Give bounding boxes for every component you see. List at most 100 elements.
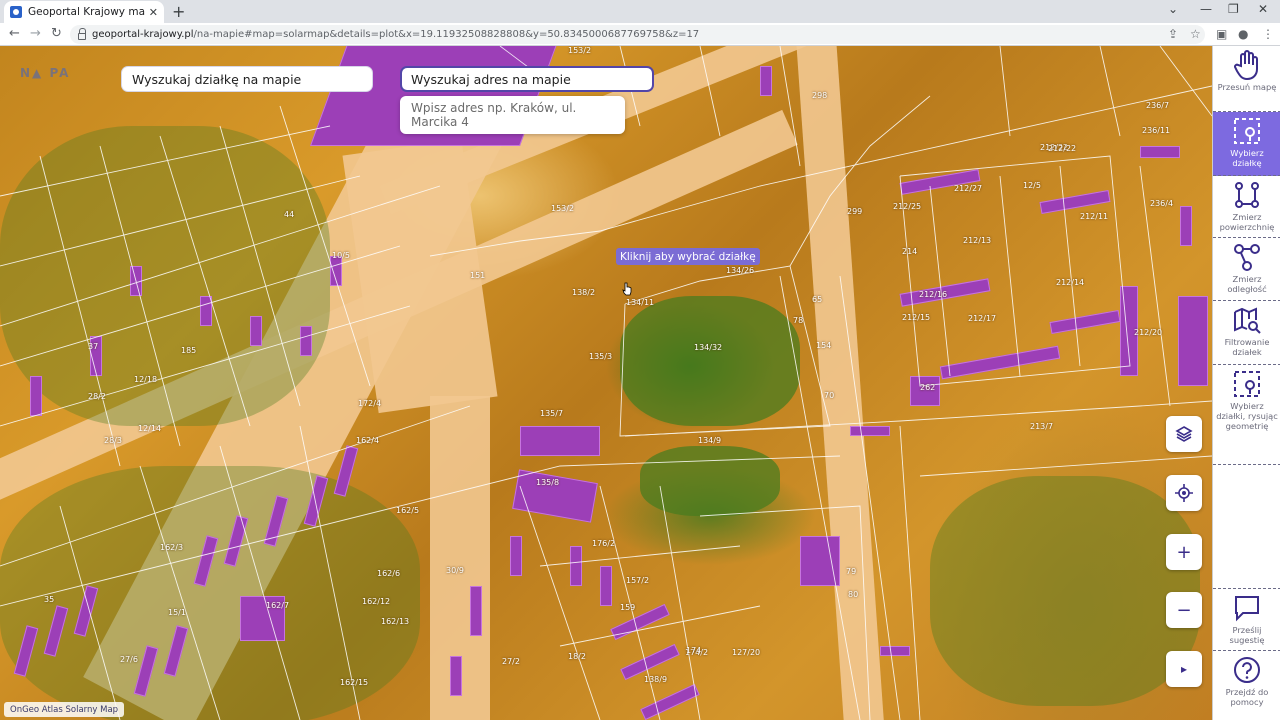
profile-avatar-icon[interactable]: ● bbox=[1238, 27, 1248, 41]
bookmark-star-icon[interactable]: ☆ bbox=[1190, 27, 1201, 41]
back-button[interactable]: ← bbox=[9, 26, 20, 41]
layers-icon bbox=[1175, 426, 1193, 442]
plot-label: 172/4 bbox=[358, 399, 382, 408]
draw-select-tool[interactable]: Wybierz działki, rysując geometrię bbox=[1213, 365, 1280, 465]
plot-label: 78 bbox=[793, 316, 804, 325]
browser-tab-bar: Geoportal Krajowy mapy i inform ✕ + ⌄ — … bbox=[0, 0, 1280, 23]
forward-button[interactable]: → bbox=[30, 26, 41, 41]
measure-distance-tool[interactable]: Zmierz odległość bbox=[1213, 238, 1280, 301]
solar-map[interactable]: 153/2 153/2 138/2 134/32 134/26 134/11 1… bbox=[0, 46, 1212, 720]
measure-area-tool[interactable]: Zmierz powierzchnię bbox=[1213, 176, 1280, 238]
tool-label: Przesuń mapę bbox=[1217, 82, 1277, 92]
plot-label: 153/2 bbox=[551, 204, 575, 213]
map-tools-panel: Przesuń mapę Wybierz działkę Zmierz powi… bbox=[1212, 46, 1280, 720]
close-window-button[interactable]: ✕ bbox=[1258, 2, 1268, 16]
plot-label: 79 bbox=[846, 567, 857, 576]
locate-icon bbox=[1175, 484, 1193, 502]
plot-label: 212/17 bbox=[968, 314, 997, 323]
lock-icon[interactable] bbox=[78, 28, 86, 40]
plot-label: 162/3 bbox=[160, 543, 184, 552]
plot-label: 135/3 bbox=[589, 352, 613, 361]
plot-label: 134/9 bbox=[698, 436, 722, 445]
plot-label: 35 bbox=[44, 595, 55, 604]
plot-label: 28/2 bbox=[88, 392, 106, 401]
map-attribution: OnGeo Atlas Solarny Map bbox=[4, 702, 125, 717]
plot-label: 27/6 bbox=[120, 655, 138, 664]
address-search-input[interactable]: Wyszukaj adres na mapie bbox=[400, 66, 654, 92]
plot-label: 159 bbox=[620, 603, 636, 612]
plot-label: 162/15 bbox=[340, 678, 369, 687]
address-bar[interactable]: geoportal-krajowy.pl /na-mapie#map=solar… bbox=[70, 25, 1205, 44]
select-plot-icon bbox=[1232, 116, 1262, 146]
plot-label: 157/2 bbox=[626, 576, 650, 585]
plot-label: 27/2 bbox=[502, 657, 520, 666]
draw-select-icon bbox=[1232, 369, 1262, 399]
hand-icon bbox=[1232, 50, 1262, 80]
send-suggestion-tool[interactable]: Prześlij sugestię bbox=[1213, 588, 1280, 651]
plot-label: 135/7 bbox=[540, 409, 564, 418]
plot-label: 212/13 bbox=[963, 236, 992, 245]
side-panel-icon[interactable]: ▣ bbox=[1216, 27, 1227, 41]
plot-label: 30/9 bbox=[446, 566, 464, 575]
site-favicon-icon bbox=[10, 6, 22, 18]
geoportal-logo[interactable]: N▲ PA bbox=[20, 66, 98, 92]
filter-plots-tool[interactable]: Filtrowanie działek bbox=[1213, 301, 1280, 365]
tool-label: Zmierz odległość bbox=[1227, 274, 1267, 294]
restore-window-button[interactable]: ❐ bbox=[1228, 2, 1239, 16]
browser-tab[interactable]: Geoportal Krajowy mapy i inform ✕ bbox=[4, 1, 164, 23]
plot-label: 138/2 bbox=[572, 288, 596, 297]
plot-label: 262 bbox=[920, 383, 936, 392]
help-icon bbox=[1232, 655, 1262, 685]
minimize-window-button[interactable]: — bbox=[1200, 2, 1212, 16]
plot-label: 162/5 bbox=[396, 506, 420, 515]
share-icon[interactable]: ⇪ bbox=[1168, 27, 1178, 41]
plot-label: 65 bbox=[812, 295, 823, 304]
plot-label: 10/5 bbox=[332, 251, 350, 260]
pan-map-tool[interactable]: Przesuń mapę bbox=[1213, 46, 1280, 112]
plot-label: 212/27 bbox=[954, 184, 983, 193]
plot-label: 212/11 bbox=[1080, 212, 1109, 221]
expand-panel-button[interactable]: ▸ bbox=[1166, 651, 1202, 687]
help-tool[interactable]: Przejdź do pomocy bbox=[1213, 651, 1280, 720]
url-path: /na-mapie#map=solarmap&details=plot&x=19… bbox=[193, 29, 700, 40]
parcel-boundaries bbox=[0, 46, 1212, 720]
browser-menu-icon[interactable]: ⋮ bbox=[1262, 27, 1274, 41]
filter-map-icon bbox=[1232, 305, 1262, 335]
address-search-hint[interactable]: Wpisz adres np. Kraków, ul. Marcika 4 bbox=[400, 96, 625, 134]
tool-label: Prześlij sugestię bbox=[1229, 625, 1265, 645]
layers-button[interactable] bbox=[1166, 416, 1202, 452]
plot-label: 213/7 bbox=[1030, 422, 1054, 431]
plot-label: 12/5 bbox=[1023, 181, 1041, 190]
plot-label: 298 bbox=[812, 91, 828, 100]
reload-button[interactable]: ↻ bbox=[51, 26, 62, 41]
new-tab-button[interactable]: + bbox=[172, 2, 185, 21]
plot-label: 212/20 bbox=[1134, 328, 1163, 337]
plot-label: 134/26 bbox=[726, 266, 755, 275]
tab-title: Geoportal Krajowy mapy i inform bbox=[28, 6, 145, 18]
tab-close-icon[interactable]: ✕ bbox=[149, 6, 158, 19]
plot-label: 134/32 bbox=[694, 343, 723, 352]
select-plot-tool[interactable]: Wybierz działkę bbox=[1213, 112, 1280, 176]
plot-label: 299 bbox=[847, 207, 863, 216]
plot-label: 162/7 bbox=[266, 601, 290, 610]
plot-label: 162/4 bbox=[356, 436, 380, 445]
tab-search-dropdown-icon[interactable]: ⌄ bbox=[1168, 2, 1178, 16]
plot-label: 162/13 bbox=[381, 617, 410, 626]
plot-label: 135/8 bbox=[536, 478, 560, 487]
plot-label: 212/16 bbox=[919, 290, 948, 299]
plot-label: 212/22 bbox=[1048, 144, 1077, 153]
zoom-out-button[interactable]: − bbox=[1166, 592, 1202, 628]
measure-distance-icon bbox=[1232, 242, 1262, 272]
tool-label: Przejdź do pomocy bbox=[1225, 687, 1269, 707]
plot-label: 212/25 bbox=[893, 202, 922, 211]
plot-label: 15/1 bbox=[168, 608, 186, 617]
browser-toolbar: ← → ↻ geoportal-krajowy.pl /na-mapie#map… bbox=[0, 23, 1280, 46]
plot-label: 138/9 bbox=[644, 675, 668, 684]
plot-search-input[interactable]: Wyszukaj działkę na mapie bbox=[121, 66, 373, 92]
zoom-in-button[interactable]: + bbox=[1166, 534, 1202, 570]
plot-label: 151 bbox=[470, 271, 486, 280]
tool-label: Wybierz działki, rysując geometrię bbox=[1216, 401, 1278, 431]
locate-button[interactable] bbox=[1166, 475, 1202, 511]
plot-label: 12/18 bbox=[134, 375, 158, 384]
plot-label: 153/2 bbox=[568, 46, 592, 55]
